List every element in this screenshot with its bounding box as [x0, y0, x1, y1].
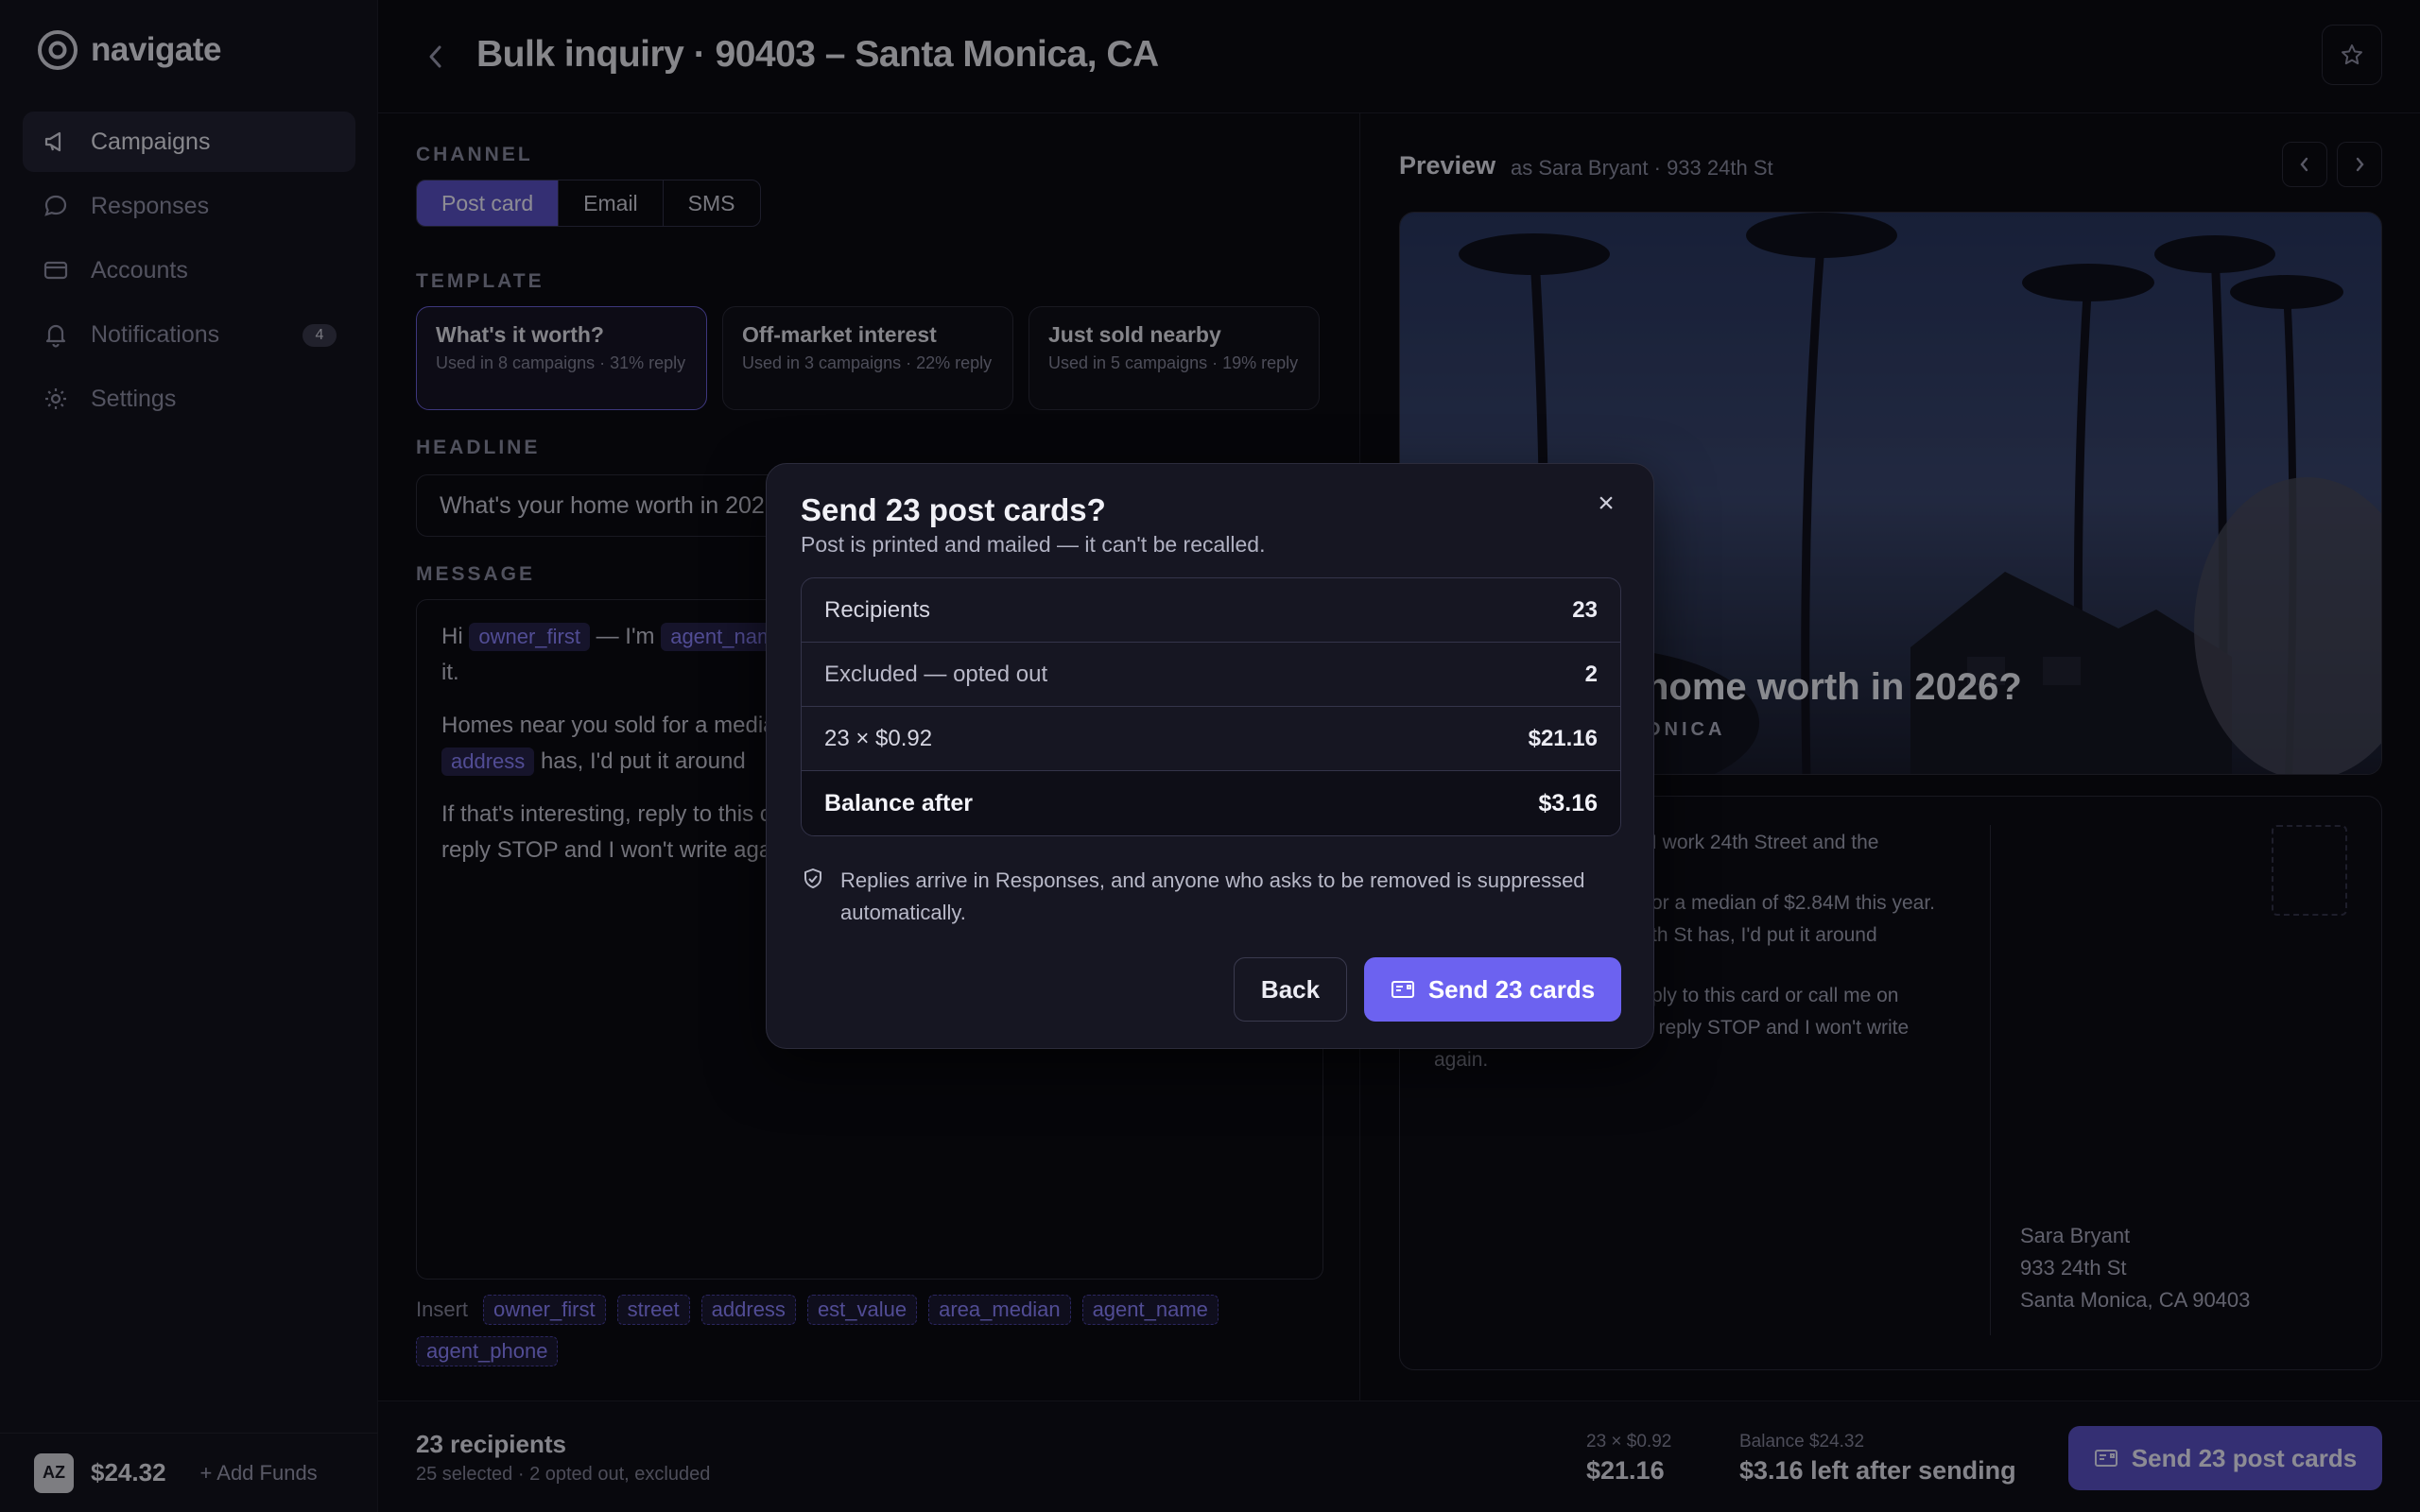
send-cards-button[interactable]: Send 23 cards [1364, 957, 1621, 1022]
cost-summary-table: Recipients 23 Excluded — opted out 2 23 … [801, 577, 1621, 836]
postcard-icon [1391, 981, 1414, 998]
table-row: 23 × $0.92 $21.16 [802, 707, 1620, 771]
close-icon: × [1598, 488, 1615, 519]
shield-check-icon [804, 868, 821, 888]
dialog-title: Send 23 post cards? [801, 492, 1106, 527]
table-row: Recipients 23 [802, 578, 1620, 643]
close-button[interactable]: × [1591, 488, 1621, 519]
back-button[interactable]: Back [1234, 957, 1347, 1022]
confirm-send-dialog: × Send 23 post cards? Post is printed an… [766, 463, 1654, 1049]
table-row: Excluded — opted out 2 [802, 643, 1620, 707]
dialog-note: Replies arrive in Responses, and anyone … [801, 865, 1614, 929]
table-row-total: Balance after $3.16 [802, 771, 1620, 835]
dialog-subtitle: Post is printed and mailed — it can't be… [801, 532, 1266, 557]
